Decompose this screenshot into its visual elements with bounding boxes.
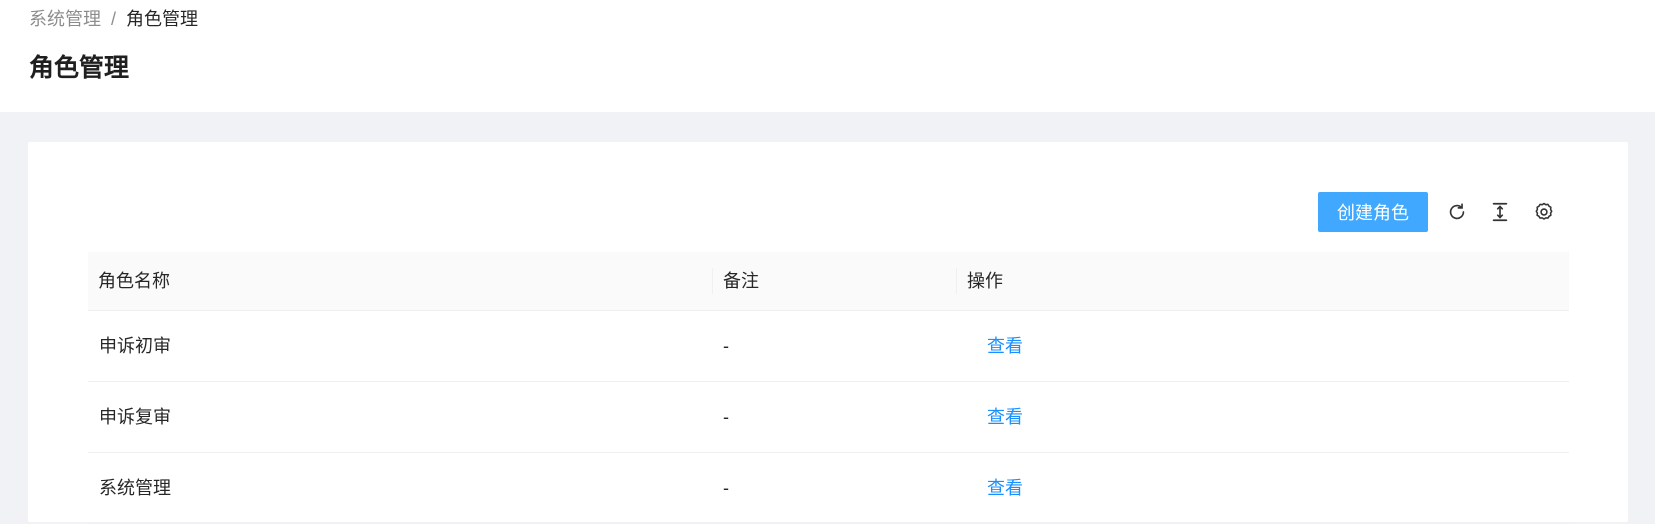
remark-cell: -: [723, 407, 729, 427]
column-header-action: 操作: [967, 271, 1003, 291]
role-name-cell: 系统管理: [99, 478, 171, 498]
breadcrumb-item-system[interactable]: 系统管理: [29, 7, 101, 31]
role-name-cell: 申诉复审: [99, 407, 171, 427]
create-role-button[interactable]: 创建角色: [1318, 192, 1428, 232]
view-link[interactable]: 查看: [987, 382, 1023, 452]
content-card: 创建角色 角色名称 备注 操作 申诉初审 - 查看 申诉复审 - 查看 系统管理…: [28, 142, 1628, 524]
column-divider: [956, 268, 957, 294]
page-header: 系统管理 / 角色管理 角色管理: [0, 0, 1655, 112]
table-row: 申诉初审 - 查看: [88, 311, 1569, 382]
breadcrumb: 系统管理 / 角色管理: [29, 7, 198, 31]
breadcrumb-item-current: 角色管理: [126, 9, 199, 29]
column-height-icon[interactable]: [1488, 200, 1512, 224]
remark-cell: -: [723, 336, 729, 356]
table-header: 角色名称 备注 操作: [88, 252, 1569, 311]
column-divider: [712, 268, 713, 294]
setting-icon[interactable]: [1532, 200, 1556, 224]
table-row: 申诉复审 - 查看: [88, 382, 1569, 453]
reload-icon[interactable]: [1445, 200, 1469, 224]
page-title: 角色管理: [29, 54, 130, 82]
table-row: 系统管理 - 查看: [88, 453, 1569, 524]
role-name-cell: 申诉初审: [99, 336, 171, 356]
breadcrumb-separator: /: [111, 9, 117, 29]
view-link[interactable]: 查看: [987, 311, 1023, 381]
column-header-remark: 备注: [723, 271, 759, 291]
column-header-role-name: 角色名称: [98, 271, 170, 291]
remark-cell: -: [723, 478, 729, 498]
table-toolbar: 创建角色: [28, 192, 1628, 232]
roles-table: 角色名称 备注 操作 申诉初审 - 查看 申诉复审 - 查看 系统管理 - 查看: [88, 252, 1569, 524]
view-link[interactable]: 查看: [987, 453, 1023, 523]
